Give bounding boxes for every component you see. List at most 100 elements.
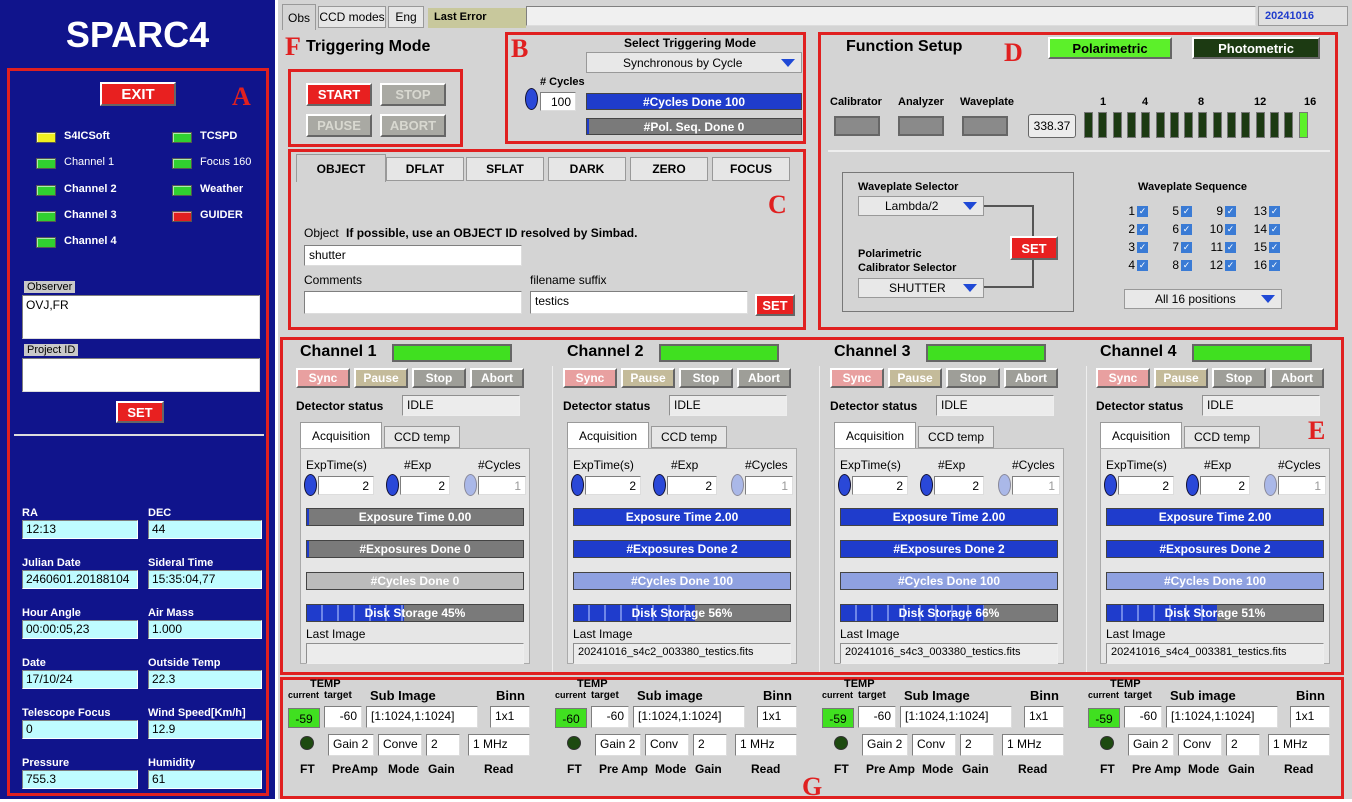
channel-sync-button[interactable]: Sync [296, 368, 350, 388]
channel-sync-button[interactable]: Sync [563, 368, 617, 388]
sub-image-input[interactable]: [1:1024,1:1024] [900, 706, 1012, 728]
conv-input[interactable]: Conv [1178, 734, 1222, 756]
checkbox-checked-icon[interactable]: ✓ [1269, 224, 1280, 236]
checkbox-checked-icon[interactable]: ✓ [1269, 260, 1280, 272]
channel-stop-button[interactable]: Stop [946, 368, 1000, 388]
tab-obs[interactable]: Obs [282, 4, 316, 30]
conv-input[interactable]: Conv [912, 734, 956, 756]
exptime-stepper[interactable] [838, 474, 851, 496]
checkbox-checked-icon[interactable]: ✓ [1225, 224, 1236, 236]
checkbox-checked-icon[interactable]: ✓ [1181, 206, 1192, 218]
start-button[interactable]: START [306, 83, 372, 106]
tab-ccd-modes[interactable]: CCD modes [318, 6, 386, 28]
checkbox-checked-icon[interactable]: ✓ [1225, 206, 1236, 218]
binn-input[interactable]: 1x1 [1024, 706, 1064, 728]
binn-input[interactable]: 1x1 [490, 706, 530, 728]
tab-sflat[interactable]: SFLAT [466, 157, 544, 181]
sequence-item[interactable]: 11 ✓ [1202, 240, 1236, 254]
gain-input[interactable]: 2 [960, 734, 994, 756]
exptime-input[interactable]: 2 [1118, 476, 1174, 495]
nexp-stepper[interactable] [920, 474, 933, 496]
binn-input[interactable]: 1x1 [1290, 706, 1330, 728]
ncycles-input[interactable]: 1 [1012, 476, 1060, 495]
sequence-item[interactable]: 8 ✓ [1158, 258, 1192, 272]
channel-sync-button[interactable]: Sync [1096, 368, 1150, 388]
gain-mode-input[interactable]: Gain 2 [1128, 734, 1174, 756]
abort-button[interactable]: ABORT [380, 114, 446, 137]
gain-mode-input[interactable]: Gain 2 [862, 734, 908, 756]
exptime-stepper[interactable] [304, 474, 317, 496]
checkbox-checked-icon[interactable]: ✓ [1181, 260, 1192, 272]
object-input[interactable]: shutter [304, 245, 522, 266]
ncycles-stepper[interactable] [1264, 474, 1277, 496]
gain-input[interactable]: 2 [1226, 734, 1260, 756]
channel-abort-button[interactable]: Abort [470, 368, 524, 388]
exit-button[interactable]: EXIT [100, 82, 176, 106]
sequence-item[interactable]: 16 ✓ [1246, 258, 1280, 272]
checkbox-checked-icon[interactable]: ✓ [1269, 206, 1280, 218]
sequence-item[interactable]: 6 ✓ [1158, 222, 1192, 236]
checkbox-checked-icon[interactable]: ✓ [1181, 224, 1192, 236]
channel-pause-button[interactable]: Pause [888, 368, 942, 388]
sequence-item[interactable]: 14 ✓ [1246, 222, 1280, 236]
sub-image-input[interactable]: [1:1024,1:1024] [366, 706, 478, 728]
tab-ccd-temp[interactable]: CCD temp [1184, 426, 1260, 448]
checkbox-checked-icon[interactable]: ✓ [1137, 242, 1148, 254]
gain-input[interactable]: 2 [426, 734, 460, 756]
tab-acquisition[interactable]: Acquisition [300, 422, 382, 448]
nexp-input[interactable]: 2 [667, 476, 717, 495]
sequence-item[interactable]: 13 ✓ [1246, 204, 1280, 218]
tab-ccd-temp[interactable]: CCD temp [384, 426, 460, 448]
binn-input[interactable]: 1x1 [757, 706, 797, 728]
read-input[interactable]: 1 MHz [468, 734, 530, 756]
sidebar-set-button[interactable]: SET [116, 401, 164, 423]
checkbox-checked-icon[interactable]: ✓ [1137, 206, 1148, 218]
observer-field[interactable]: OVJ,FR [22, 295, 260, 339]
tab-acquisition[interactable]: Acquisition [1100, 422, 1182, 448]
tab-eng[interactable]: Eng [388, 6, 424, 28]
sequence-item[interactable]: 10 ✓ [1202, 222, 1236, 236]
stop-button[interactable]: STOP [380, 83, 446, 106]
photometric-button[interactable]: Photometric [1192, 37, 1320, 59]
ncycles-stepper[interactable] [464, 474, 477, 496]
nexp-input[interactable]: 2 [1200, 476, 1250, 495]
gain-input[interactable]: 2 [693, 734, 727, 756]
nexp-input[interactable]: 2 [400, 476, 450, 495]
sequence-item[interactable]: 12 ✓ [1202, 258, 1236, 272]
exptime-input[interactable]: 2 [585, 476, 641, 495]
tab-ccd-temp[interactable]: CCD temp [651, 426, 727, 448]
tab-focus[interactable]: FOCUS [712, 157, 790, 181]
gain-mode-input[interactable]: Gain 2 [328, 734, 374, 756]
tab-dark[interactable]: DARK [548, 157, 626, 181]
suffix-input[interactable]: testics [530, 291, 748, 314]
nexp-stepper[interactable] [653, 474, 666, 496]
ncycles-stepper[interactable] [998, 474, 1011, 496]
sequence-item[interactable]: 2 ✓ [1114, 222, 1148, 236]
sequence-item[interactable]: 3 ✓ [1114, 240, 1148, 254]
tab-dflat[interactable]: DFLAT [386, 157, 464, 181]
gain-mode-input[interactable]: Gain 2 [595, 734, 641, 756]
cycles-stepper[interactable] [525, 88, 538, 110]
project-id-field[interactable] [22, 358, 260, 392]
temp-target-input[interactable]: -60 [858, 706, 896, 728]
exptime-input[interactable]: 2 [318, 476, 374, 495]
sequence-item[interactable]: 1 ✓ [1114, 204, 1148, 218]
checkbox-checked-icon[interactable]: ✓ [1225, 260, 1236, 272]
temp-target-input[interactable]: -60 [591, 706, 629, 728]
channel-sync-button[interactable]: Sync [830, 368, 884, 388]
checkbox-checked-icon[interactable]: ✓ [1225, 242, 1236, 254]
selector-set-button[interactable]: SET [1010, 236, 1058, 260]
channel-abort-button[interactable]: Abort [737, 368, 791, 388]
sub-image-input[interactable]: [1:1024,1:1024] [633, 706, 745, 728]
waveplate-selector-dropdown[interactable]: Lambda/2 [858, 196, 984, 216]
tab-zero[interactable]: ZERO [630, 157, 708, 181]
tab-ccd-temp[interactable]: CCD temp [918, 426, 994, 448]
cycles-input[interactable]: 100 [540, 92, 576, 111]
checkbox-checked-icon[interactable]: ✓ [1181, 242, 1192, 254]
channel-pause-button[interactable]: Pause [354, 368, 408, 388]
read-input[interactable]: 1 MHz [735, 734, 797, 756]
channel-pause-button[interactable]: Pause [621, 368, 675, 388]
sequence-item[interactable]: 15 ✓ [1246, 240, 1280, 254]
exptime-input[interactable]: 2 [852, 476, 908, 495]
temp-target-input[interactable]: -60 [1124, 706, 1162, 728]
